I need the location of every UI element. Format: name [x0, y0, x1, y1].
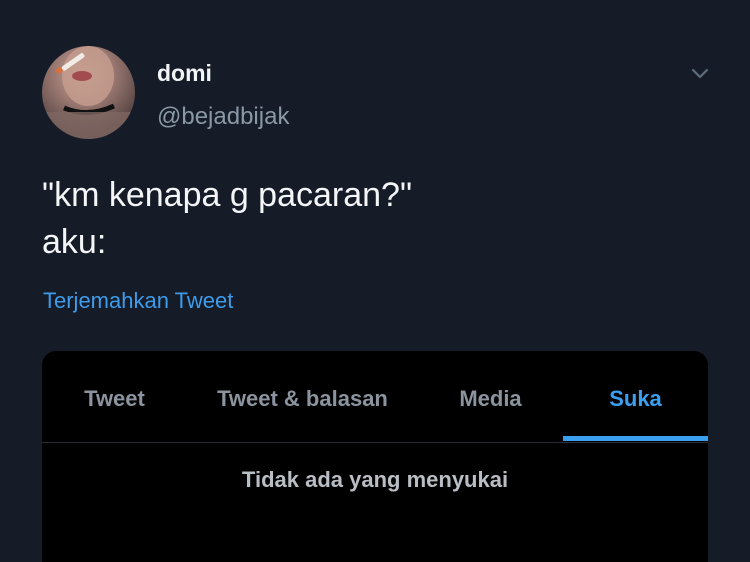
user-handle[interactable]: @bejadbijak	[157, 103, 289, 131]
tweet-text: "km kenapa g pacaran?" aku:	[42, 176, 413, 261]
profile-photo	[42, 46, 135, 139]
tweet-view: domi @bejadbijak "km kenapa g pacaran?" …	[0, 0, 750, 562]
tab-tweet-replies[interactable]: Tweet & balasan	[187, 351, 418, 442]
tab-media[interactable]: Media	[418, 351, 563, 442]
tab-likes[interactable]: Suka	[563, 351, 708, 442]
display-name[interactable]: domi	[157, 60, 212, 87]
embedded-screenshot-card: Tweet Tweet & balasan Media Suka Tidak a…	[42, 351, 708, 562]
tab-tweet[interactable]: Tweet	[42, 351, 187, 442]
chevron-down-icon[interactable]	[688, 64, 712, 82]
empty-state-message: Tidak ada yang menyukai	[241, 467, 509, 492]
avatar[interactable]	[42, 46, 135, 139]
active-tab-indicator	[563, 436, 708, 441]
translate-tweet-link[interactable]: Terjemahkan Tweet	[43, 288, 233, 314]
profile-tabs: Tweet Tweet & balasan Media Suka	[42, 351, 708, 443]
